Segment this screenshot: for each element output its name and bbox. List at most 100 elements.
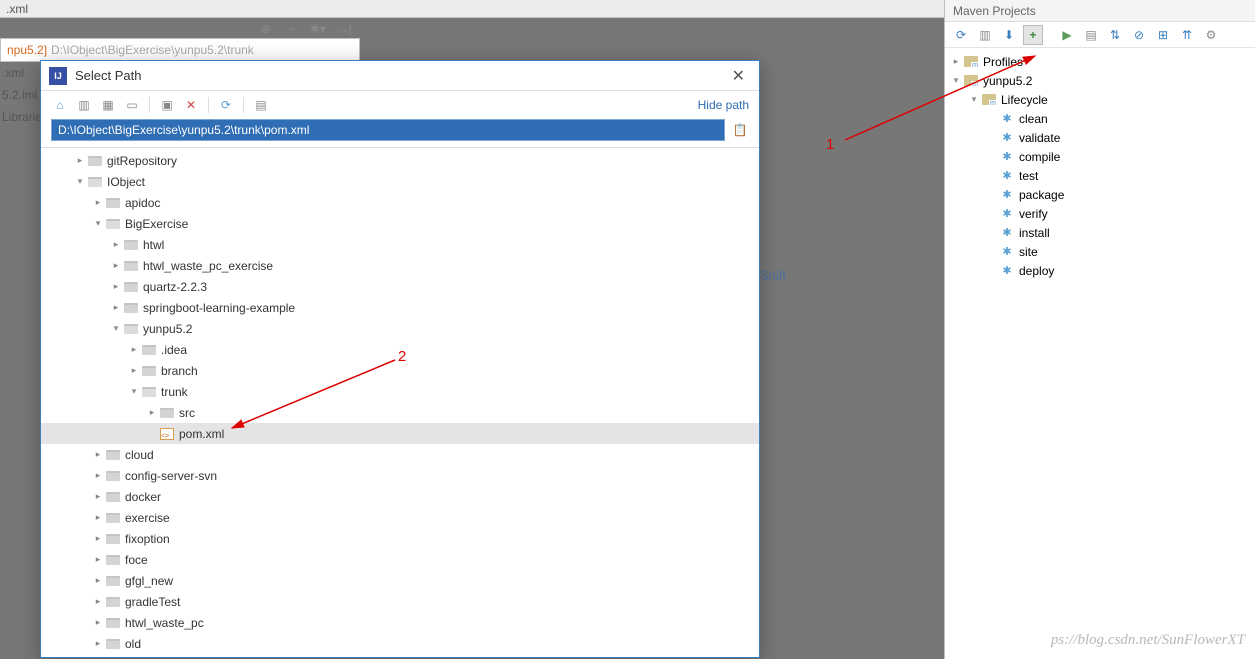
tree-row[interactable]: ▸springboot-learning-example [41,297,759,318]
generate-icon[interactable]: ▥ [975,25,995,45]
chevron-right-icon[interactable]: ▸ [91,470,105,481]
desktop-icon[interactable]: ▭ [123,96,141,114]
tree-row[interactable]: ▾IObject [41,171,759,192]
chevron-right-icon[interactable]: ▸ [109,302,123,313]
chevron-down-icon[interactable]: ▾ [91,218,105,229]
dialog-tree[interactable]: ▸gitRepository ▾IObject ▸apidoc ▾BigExer… [41,147,759,657]
tree-row[interactable]: ▸htwl_waste_pc [41,612,759,633]
chevron-right-icon[interactable]: ▸ [91,596,105,607]
expand-icon[interactable]: ÷ [282,19,302,39]
maven-goal-compile[interactable]: ✱compile [945,147,1255,166]
tree-row[interactable]: ▸gitRepository [41,150,759,171]
refresh-icon[interactable]: ⟳ [217,96,235,114]
execute-icon[interactable]: ▤ [1081,25,1101,45]
folder-icon [106,576,120,586]
gear-icon[interactable]: ✱▾ [308,19,328,39]
tree-row[interactable]: ▾BigExercise [41,213,759,234]
chevron-down-icon[interactable]: ▾ [127,386,141,397]
chevron-right-icon[interactable]: ▸ [91,638,105,649]
chevron-right-icon[interactable]: ▸ [127,365,141,376]
chevron-right-icon[interactable]: ▸ [73,155,87,166]
chevron-right-icon[interactable]: ▸ [127,344,141,355]
run-icon[interactable]: ▶ [1057,25,1077,45]
maven-goal-test[interactable]: ✱test [945,166,1255,185]
tree-row[interactable]: ▸htwl_waste_pc_exercise [41,255,759,276]
maven-goal-install[interactable]: ✱install [945,223,1255,242]
chevron-right-icon[interactable]: ▸ [91,197,105,208]
tree-row[interactable]: ▸fixoption [41,528,759,549]
download-icon[interactable]: ⬇ [999,25,1019,45]
chevron-down-icon[interactable]: ▾ [73,176,87,187]
history-icon[interactable]: 📋 [731,121,749,139]
close-icon[interactable]: ✕ [726,66,751,86]
tree-row[interactable]: ▸quartz-2.2.3 [41,276,759,297]
tree-row[interactable]: ▸apidoc [41,192,759,213]
tree-row[interactable]: ▸ foce [41,549,759,570]
dialog-titlebar[interactable]: IJ Select Path ✕ [41,61,759,91]
tree-row-lifecycle[interactable]: ▾ Lifecycle [945,90,1255,109]
tree-row[interactable]: ▸gfgl_new [41,570,759,591]
collapse-icon[interactable]: →| [334,19,354,39]
refresh-icon[interactable]: ⟳ [951,25,971,45]
chevron-right-icon[interactable]: ▸ [91,554,105,565]
tree-row[interactable]: ▸docker [41,486,759,507]
file-item[interactable]: 5.2.iml [0,84,40,106]
tree-row-selected[interactable]: pom.xml [41,423,759,444]
maven-goal-site[interactable]: ✱site [945,242,1255,261]
tree-row[interactable]: ▸src [41,402,759,423]
chevron-right-icon[interactable]: ▸ [91,512,105,523]
chevron-right-icon[interactable]: ▸ [109,260,123,271]
tree-label: foce [125,553,148,567]
tree-row[interactable]: ▸cloud [41,444,759,465]
chevron-right-icon[interactable]: ▸ [91,575,105,586]
chevron-right-icon[interactable]: ▸ [109,281,123,292]
tree-row[interactable]: ▸gradleTest [41,591,759,612]
tree-row-profiles[interactable]: ▸ Profiles [945,52,1255,71]
maven-goal-deploy[interactable]: ✱deploy [945,261,1255,280]
tree-row[interactable]: ▾trunk [41,381,759,402]
gear-icon: ✱ [999,150,1015,164]
settings-icon[interactable]: ⚙ [1201,25,1221,45]
breadcrumb-item[interactable]: .xml [6,2,28,16]
skip-tests-icon[interactable]: ⊘ [1129,25,1149,45]
toggle-icon[interactable]: ⇅ [1105,25,1125,45]
chevron-right-icon[interactable]: ▸ [109,239,123,250]
tree-row[interactable]: ▸htwl [41,234,759,255]
gear-icon: ✱ [999,207,1015,221]
chevron-down-icon[interactable]: ▾ [949,75,963,86]
file-item[interactable]: .xml [0,62,40,84]
chevron-right-icon[interactable]: ▸ [91,491,105,502]
tree-row[interactable]: ▸old [41,633,759,654]
maven-goal-verify[interactable]: ✱verify [945,204,1255,223]
tree-row-project[interactable]: ▾ yunpu5.2 [945,71,1255,90]
file-item[interactable]: Librarie [0,106,40,128]
target-icon[interactable]: ⊕ [256,19,276,39]
tree-row[interactable]: ▾yunpu5.2 [41,318,759,339]
maven-goal-package[interactable]: ✱package [945,185,1255,204]
module-icon[interactable]: ▦ [99,96,117,114]
show-hidden-icon[interactable]: ▤ [252,96,270,114]
collapse-all-icon[interactable]: ⇈ [1177,25,1197,45]
folder-icon [106,471,120,481]
chevron-right-icon[interactable]: ▸ [145,407,159,418]
chevron-right-icon[interactable]: ▸ [91,449,105,460]
project-icon[interactable]: ▥ [75,96,93,114]
hide-path-link[interactable]: Hide path [698,98,749,112]
add-button[interactable]: + [1023,25,1043,45]
maven-goal-clean[interactable]: ✱clean [945,109,1255,128]
new-folder-icon[interactable]: ▣ [158,96,176,114]
chevron-down-icon[interactable]: ▾ [967,94,981,105]
maven-goal-validate[interactable]: ✱validate [945,128,1255,147]
tree-row[interactable]: ▸config-server-svn [41,465,759,486]
tree-row[interactable]: ▸exercise [41,507,759,528]
home-icon[interactable]: ⌂ [51,96,69,114]
chevron-down-icon[interactable]: ▾ [109,323,123,334]
delete-icon[interactable]: ✕ [182,96,200,114]
chevron-right-icon[interactable]: ▸ [949,56,963,67]
chevron-right-icon[interactable]: ▸ [91,617,105,628]
folder-icon [964,56,978,67]
path-input[interactable] [51,119,725,141]
editor-tab[interactable]: npu5.2] D:\IObject\BigExercise\yunpu5.2\… [0,38,360,62]
dependencies-icon[interactable]: ⊞ [1153,25,1173,45]
chevron-right-icon[interactable]: ▸ [91,533,105,544]
